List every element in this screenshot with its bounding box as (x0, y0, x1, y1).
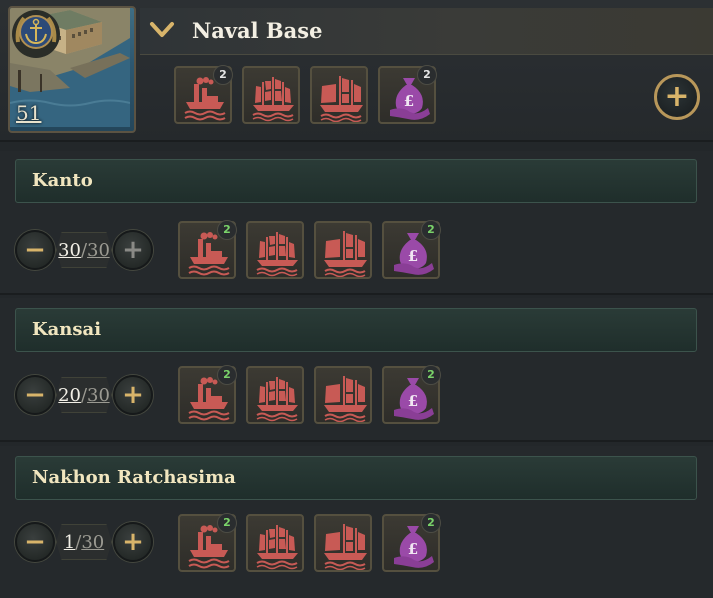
ownership-money-bag[interactable]: 2 (378, 65, 437, 124)
man-o-war-ship-icon (320, 227, 370, 277)
count-badge: 2 (421, 220, 441, 240)
level-display: 30/30 (56, 232, 112, 268)
add-building-button[interactable]: + (654, 74, 700, 120)
building-title-bar[interactable]: Naval Base (140, 8, 713, 55)
ownership-money-bag[interactable]: 2 (382, 220, 441, 279)
frigate-ship-icon (252, 520, 302, 570)
frigate-ship-icon (252, 372, 302, 422)
man-o-war-ship-icon (316, 72, 366, 122)
building-header: 51 Naval Base 2 2 + (0, 0, 713, 140)
count-badge: 2 (421, 365, 441, 385)
production-method-factory-ship[interactable]: 2 (178, 365, 237, 424)
current-level: 20 (58, 385, 81, 406)
ownership-money-bag[interactable]: 2 (382, 513, 441, 572)
chevron-down-icon[interactable] (149, 20, 175, 40)
plus-icon: + (122, 235, 144, 265)
current-level: 30 (58, 240, 81, 261)
ownership-money-bag[interactable]: 2 (382, 365, 441, 424)
max-level: 30 (87, 385, 110, 406)
decrease-level-button[interactable]: − (15, 522, 55, 562)
region-header[interactable]: Nakhon Ratchasima (15, 456, 697, 500)
region-panel-nakhon-ratchasima: Nakhon Ratchasima − 1/30 + 2 2 (0, 446, 713, 598)
frigate-ship-icon (248, 72, 298, 122)
count-badge: 2 (217, 513, 237, 533)
production-method-frigate[interactable] (246, 366, 304, 424)
production-method-man-o-war[interactable] (314, 221, 372, 279)
production-method-factory-ship[interactable]: 2 (178, 513, 237, 572)
count-badge: 2 (217, 220, 237, 240)
level-display: 1/30 (56, 524, 112, 560)
divider (0, 440, 713, 442)
count-badge: 2 (417, 65, 437, 85)
production-method-factory-ship[interactable]: 2 (174, 65, 233, 124)
region-panel-kansai: Kansai − 20/30 + 2 2 (0, 298, 713, 440)
plus-icon: + (122, 527, 144, 557)
level-display: 20/30 (56, 377, 112, 413)
production-method-man-o-war[interactable] (310, 66, 368, 124)
plus-icon: + (664, 79, 690, 114)
production-method-factory-ship[interactable]: 2 (178, 220, 237, 279)
region-header[interactable]: Kanto (15, 159, 697, 203)
man-o-war-ship-icon (320, 520, 370, 570)
production-method-frigate[interactable] (246, 221, 304, 279)
plus-icon: + (122, 380, 144, 410)
frigate-ship-icon (252, 227, 302, 277)
decrease-level-button[interactable]: − (15, 375, 55, 415)
region-name: Nakhon Ratchasima (32, 467, 236, 488)
divider (0, 293, 713, 295)
production-method-man-o-war[interactable] (314, 366, 372, 424)
naval-base-thumbnail[interactable]: 51 (8, 6, 136, 133)
production-method-frigate[interactable] (242, 66, 300, 124)
divider (0, 140, 713, 142)
anchor-icon (12, 10, 60, 58)
region-name: Kansai (32, 319, 102, 340)
max-level: 30 (87, 240, 110, 261)
man-o-war-ship-icon (320, 372, 370, 422)
max-level: 30 (81, 532, 105, 553)
building-title: Naval Base (192, 18, 323, 43)
increase-level-button[interactable]: + (113, 230, 153, 270)
region-panel-kanto: Kanto − 30/30 + 2 2 (0, 151, 713, 293)
increase-level-button[interactable]: + (113, 375, 153, 415)
count-badge: 2 (421, 513, 441, 533)
production-method-frigate[interactable] (246, 514, 304, 572)
current-level: 1 (63, 532, 76, 553)
decrease-level-button[interactable]: − (15, 230, 55, 270)
region-name: Kanto (32, 170, 93, 191)
minus-icon: − (24, 380, 46, 410)
increase-level-button[interactable]: + (113, 522, 153, 562)
production-method-man-o-war[interactable] (314, 514, 372, 572)
count-badge: 2 (213, 65, 233, 85)
minus-icon: − (24, 527, 46, 557)
building-level: 51 (16, 101, 42, 125)
count-badge: 2 (217, 365, 237, 385)
region-header[interactable]: Kansai (15, 308, 697, 352)
minus-icon: − (24, 235, 46, 265)
